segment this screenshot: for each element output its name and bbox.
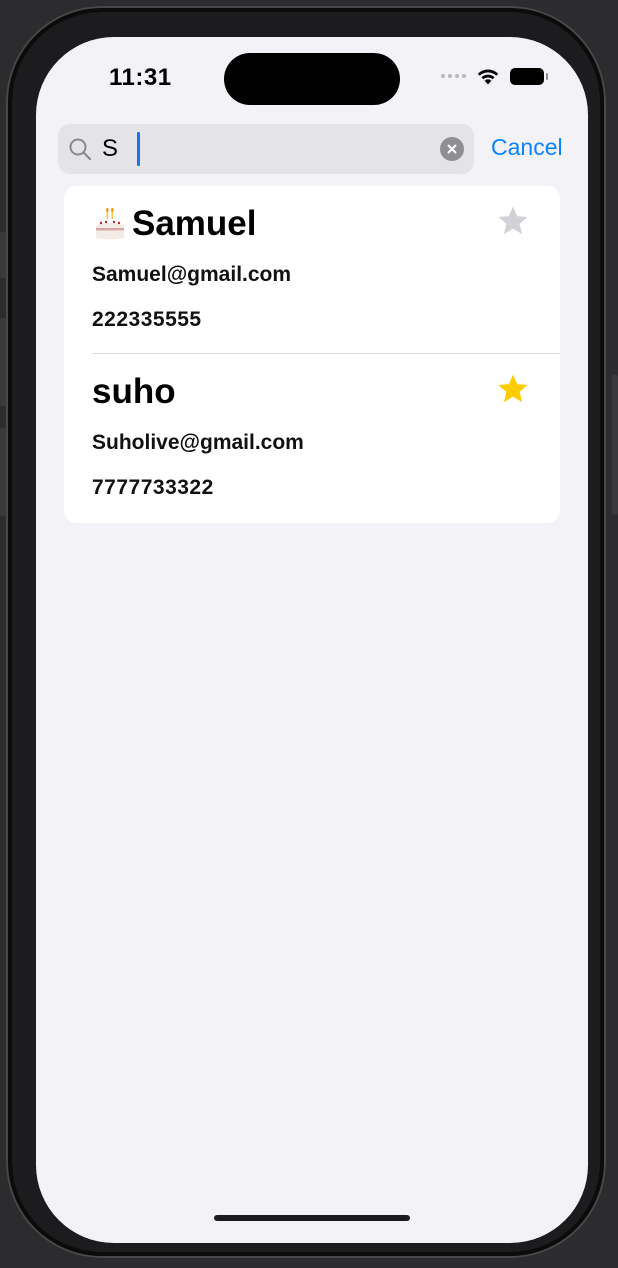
contact-row-suho[interactable]: suho Suholive@gmail.com 7777733322 [64, 354, 560, 523]
status-time: 11:31 [109, 64, 172, 91]
status-icons [441, 67, 548, 85]
device-frame: 11:31 S Cancel Samuel Samuel@gmail.com 2… [6, 6, 606, 1258]
search-icon [69, 138, 92, 161]
birthday-cake-icon [96, 208, 124, 240]
text-caret [137, 132, 140, 166]
contact-name: suho [92, 372, 176, 411]
battery-icon [510, 67, 548, 85]
search-input[interactable]: S [102, 136, 118, 162]
wifi-icon [477, 69, 499, 85]
star-icon[interactable] [496, 204, 530, 238]
contact-phone: 7777733322 [92, 476, 214, 499]
search-field[interactable]: S [58, 124, 474, 174]
clear-search-button[interactable] [440, 137, 464, 161]
search-results-list: Samuel Samuel@gmail.com 222335555 suho S… [64, 186, 560, 523]
cellular-signal-icon [441, 74, 466, 78]
star-filled-icon[interactable] [496, 372, 530, 406]
close-icon [447, 144, 457, 154]
power-button [612, 375, 618, 515]
screen: 11:31 S Cancel Samuel Samuel@gmail.com 2… [36, 37, 588, 1243]
dynamic-island [224, 53, 400, 105]
contact-name-line: Samuel [92, 204, 257, 244]
contact-email: Samuel@gmail.com [92, 263, 292, 286]
contact-email: Suholive@gmail.com [92, 431, 304, 454]
contact-row-samuel[interactable]: Samuel Samuel@gmail.com 222335555 [64, 186, 560, 353]
contact-name-line: suho [92, 372, 176, 412]
home-indicator[interactable] [214, 1215, 410, 1221]
contact-phone: 222335555 [92, 308, 202, 331]
cancel-button[interactable]: Cancel [491, 134, 563, 161]
contact-name: Samuel [132, 204, 257, 243]
